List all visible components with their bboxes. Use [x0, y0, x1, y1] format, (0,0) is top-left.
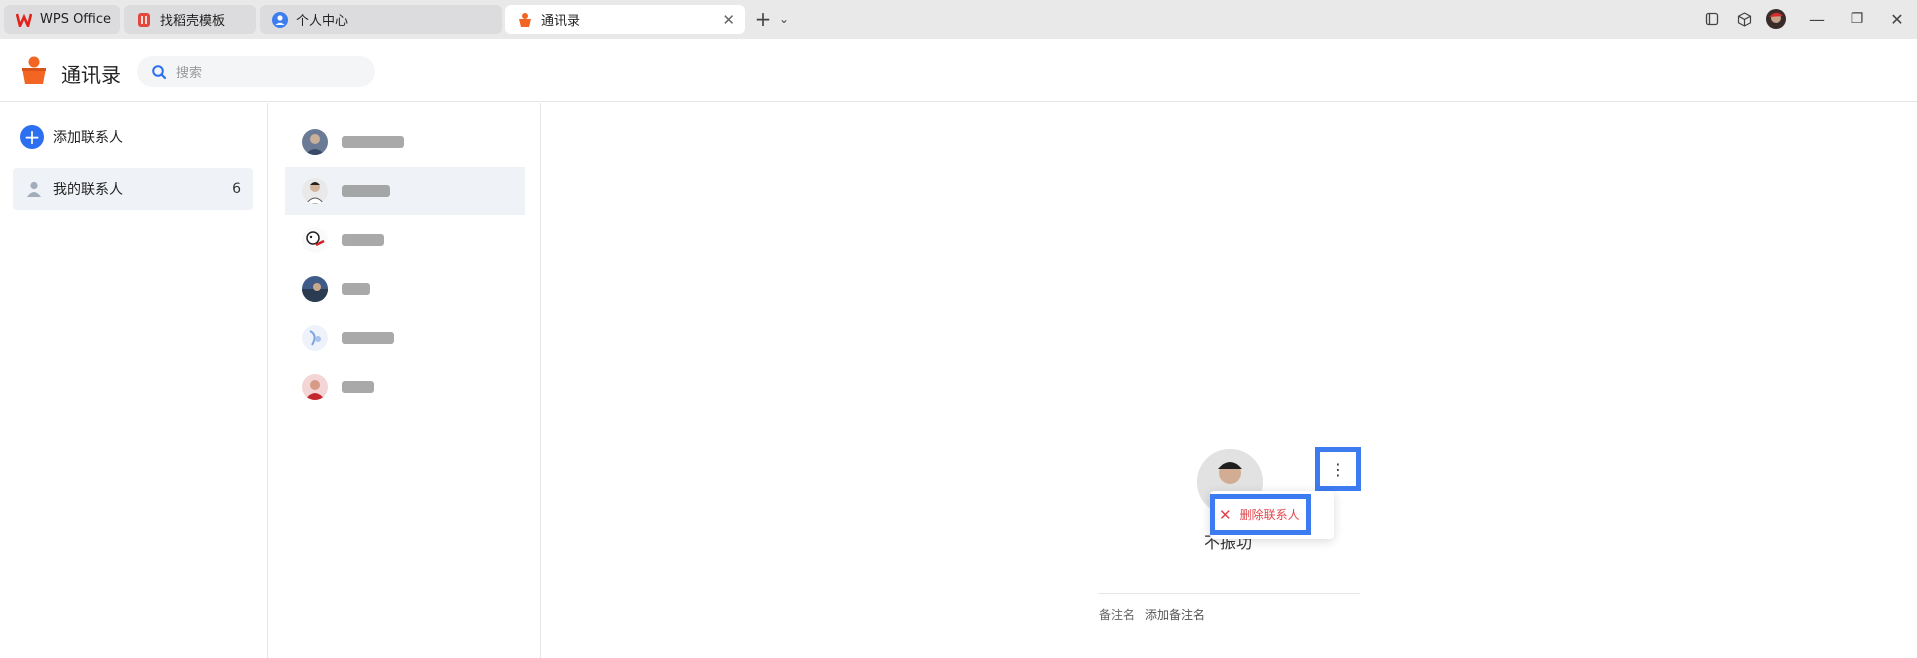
sidebar-item-my-contacts[interactable]: 我的联系人 6: [13, 168, 253, 210]
more-vertical-icon: ⋮: [1330, 459, 1346, 479]
avatar: [302, 374, 328, 400]
cube-icon[interactable]: [1733, 8, 1755, 30]
person-icon: [25, 180, 43, 198]
avatar: [302, 325, 328, 351]
minimize-button[interactable]: —: [1806, 8, 1828, 30]
new-tab-button[interactable]: +: [752, 7, 774, 31]
search-input[interactable]: 搜索: [137, 56, 375, 87]
close-window-button[interactable]: ✕: [1886, 8, 1908, 30]
contact-name-redacted: [342, 381, 374, 393]
tab-label: 找稻壳模板: [160, 14, 226, 29]
contact-name-redacted: [342, 185, 390, 197]
tab-user-center[interactable]: 个人中心: [260, 5, 502, 34]
search-placeholder: 搜索: [176, 66, 203, 81]
add-contact-button[interactable]: + 添加联系人: [20, 125, 123, 149]
avatar: [302, 276, 328, 302]
wps-logo-icon: [16, 12, 32, 28]
tab-docer-templates[interactable]: 找稻壳模板: [124, 5, 256, 34]
window-switch-icon[interactable]: [1701, 8, 1723, 30]
app-header: 通讯录 搜索: [0, 39, 1917, 102]
delete-contact-menu-item[interactable]: ✕ 删除联系人: [1210, 494, 1311, 535]
contact-name-redacted: [342, 283, 370, 295]
plus-icon: +: [20, 125, 44, 149]
avatar: [302, 178, 328, 204]
delete-contact-label: 删除联系人: [1239, 508, 1300, 522]
contacts-logo-icon: [19, 55, 49, 85]
my-contacts-label: 我的联系人: [53, 182, 123, 198]
contact-list: [269, 103, 541, 658]
tab-dropdown-icon[interactable]: ⌄: [773, 8, 795, 30]
sidebar: + 添加联系人 我的联系人 6: [0, 103, 268, 658]
tab-wps-office[interactable]: WPS Office: [4, 5, 120, 34]
contacts-app-icon: [517, 12, 533, 28]
docer-icon: [136, 12, 152, 28]
contact-name-redacted: [342, 136, 404, 148]
tab-label: 通讯录: [541, 14, 581, 29]
app-title: 通讯录: [61, 63, 121, 87]
tab-label: 个人中心: [296, 14, 349, 29]
add-remark-link[interactable]: 添加备注名: [1145, 606, 1205, 623]
title-bar: WPS Office 找稻壳模板 个人中心 通讯录 ✕ + ⌄ — ❐ ✕: [0, 0, 1917, 39]
restore-button[interactable]: ❐: [1846, 8, 1868, 30]
list-item[interactable]: [285, 363, 525, 411]
close-tab-icon[interactable]: ✕: [722, 11, 735, 29]
tab-label: WPS Office: [40, 12, 112, 27]
list-item[interactable]: [285, 216, 525, 264]
add-contact-label: 添加联系人: [53, 130, 123, 146]
list-item[interactable]: [285, 314, 525, 362]
user-avatar[interactable]: [1765, 8, 1787, 30]
contacts-count: 6: [232, 181, 241, 197]
contact-options-menu: ✕ 删除联系人: [1210, 491, 1334, 539]
divider: [1098, 593, 1360, 594]
list-item[interactable]: [285, 118, 525, 166]
remark-label: 备注名: [1099, 608, 1136, 622]
delete-x-icon: ✕: [1219, 505, 1232, 524]
list-item[interactable]: [285, 265, 525, 313]
contact-name-redacted: [342, 332, 394, 344]
list-item[interactable]: [285, 167, 525, 215]
contact-name-redacted: [342, 234, 384, 246]
search-icon: [151, 64, 167, 80]
avatar: [302, 227, 328, 253]
tab-contacts[interactable]: 通讯录 ✕: [505, 5, 745, 34]
user-center-icon: [272, 11, 288, 28]
more-options-button[interactable]: ⋮: [1315, 447, 1361, 491]
avatar: [302, 129, 328, 155]
